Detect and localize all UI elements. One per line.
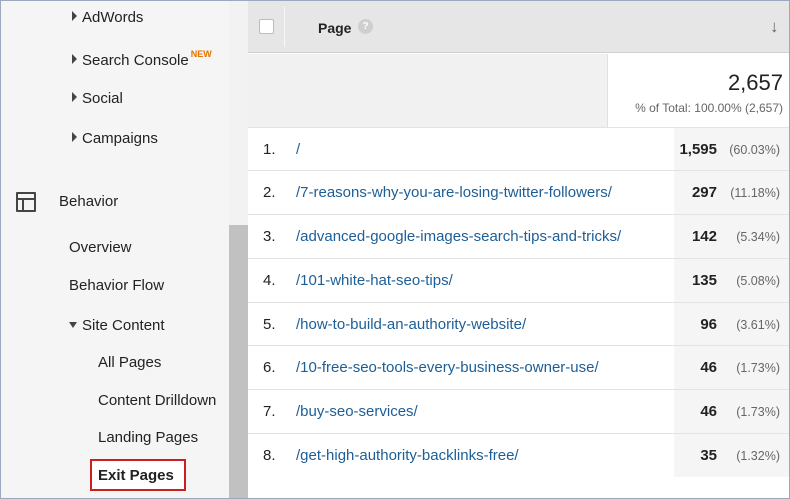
table-row: 3. /advanced-google-images-search-tips-a…: [248, 214, 790, 258]
nav-item-campaigns[interactable]: Campaigns: [72, 130, 158, 147]
nav-item-label: Site Content: [82, 317, 165, 334]
help-icon[interactable]: ?: [358, 19, 373, 34]
page-link[interactable]: /buy-seo-services/: [296, 403, 418, 420]
row-index: 1.: [263, 141, 276, 158]
sort-arrow-icon[interactable]: ↓: [770, 17, 779, 37]
nav-item-behavior[interactable]: Behavior: [59, 193, 118, 210]
page-link[interactable]: /how-to-build-an-authority-website/: [296, 316, 526, 333]
row-percent: (1.73%): [736, 405, 780, 419]
report-table: Page ? ↓ 2,657 % of Total: 100.00% (2,65…: [248, 0, 790, 499]
row-index: 4.: [263, 272, 276, 289]
page-link[interactable]: /7-reasons-why-you-are-losing-twitter-fo…: [296, 184, 612, 201]
caret-right-icon: [72, 11, 77, 21]
nav-item-label: Social: [82, 90, 123, 107]
page-link[interactable]: /101-white-hat-seo-tips/: [296, 272, 453, 289]
table-row: 7. /buy-seo-services/ 46 (1.73%): [248, 389, 790, 433]
row-percent: (3.61%): [736, 318, 780, 332]
row-percent: (5.08%): [736, 274, 780, 288]
row-value: 135: [691, 272, 717, 289]
new-badge: NEW: [190, 49, 212, 59]
row-index: 7.: [263, 403, 276, 420]
caret-right-icon: [72, 92, 77, 102]
nav-item-exit-pages[interactable]: Exit Pages: [98, 467, 174, 484]
row-value: 46: [700, 359, 717, 376]
row-value: 297: [691, 184, 717, 201]
nav-item-adwords[interactable]: AdWords: [72, 9, 143, 26]
page-link[interactable]: /: [296, 141, 300, 158]
caret-right-icon: [72, 54, 77, 64]
behavior-icon: [16, 192, 36, 212]
row-percent: (5.34%): [736, 230, 780, 244]
sidebar: AdWords Search Console NEW Social Campaig…: [0, 0, 229, 499]
nav-item-landing-pages[interactable]: Landing Pages: [98, 429, 198, 446]
page-link[interactable]: /10-free-seo-tools-every-business-owner-…: [296, 359, 599, 376]
nav-item-content-drilldown[interactable]: Content Drilldown: [98, 392, 216, 409]
row-percent: (1.32%): [736, 449, 780, 463]
caret-down-icon: [69, 322, 77, 328]
table-row: 6. /10-free-seo-tools-every-business-own…: [248, 345, 790, 389]
page-link[interactable]: /advanced-google-images-search-tips-and-…: [296, 228, 621, 245]
sidebar-scrollbar[interactable]: [229, 0, 248, 499]
row-index: 3.: [263, 228, 276, 245]
total-value: 2,657: [727, 70, 783, 95]
nav-item-all-pages[interactable]: All Pages: [98, 354, 161, 371]
total-percent: % of Total: 100.00% (2,657): [635, 101, 783, 115]
row-index: 6.: [263, 359, 276, 376]
nav-item-social[interactable]: Social: [72, 90, 123, 107]
caret-right-icon: [72, 132, 77, 142]
nav-item-overview[interactable]: Overview: [69, 239, 132, 256]
table-row: 1. / 1,595 (60.03%): [248, 127, 790, 171]
table-row: 5. /how-to-build-an-authority-website/ 9…: [248, 302, 790, 346]
column-header-page[interactable]: Page: [318, 20, 351, 36]
table-row: 2. /7-reasons-why-you-are-losing-twitter…: [248, 170, 790, 214]
row-value: 142: [691, 228, 717, 245]
page-link[interactable]: /get-high-authority-backlinks-free/: [296, 447, 519, 464]
nav-item-label: Search Console: [82, 52, 189, 69]
nav-item-search-console[interactable]: Search Console NEW: [72, 49, 212, 69]
row-percent: (60.03%): [729, 143, 780, 157]
table-header: Page ? ↓: [248, 0, 790, 53]
summary-row-blank: [248, 54, 607, 127]
nav-item-behavior-flow[interactable]: Behavior Flow: [69, 277, 164, 294]
select-all-checkbox[interactable]: [259, 19, 274, 34]
nav-item-label: Campaigns: [82, 130, 158, 147]
row-value: 96: [700, 316, 717, 333]
row-percent: (11.18%): [730, 186, 780, 200]
summary-total: 2,657 % of Total: 100.00% (2,657): [607, 54, 790, 127]
header-divider: [284, 6, 285, 47]
row-value: 46: [700, 403, 717, 420]
scrollbar-thumb[interactable]: [229, 225, 248, 499]
row-index: 5.: [263, 316, 276, 333]
nav-item-label: AdWords: [82, 9, 144, 26]
table-row: 4. /101-white-hat-seo-tips/ 135 (5.08%): [248, 258, 790, 302]
row-percent: (1.73%): [736, 361, 780, 375]
row-index: 2.: [263, 184, 276, 201]
nav-item-site-content[interactable]: Site Content: [69, 317, 165, 334]
row-index: 8.: [263, 447, 276, 464]
row-value: 35: [700, 447, 717, 464]
table-row: 8. /get-high-authority-backlinks-free/ 3…: [248, 433, 790, 477]
row-value: 1,595: [679, 141, 717, 158]
